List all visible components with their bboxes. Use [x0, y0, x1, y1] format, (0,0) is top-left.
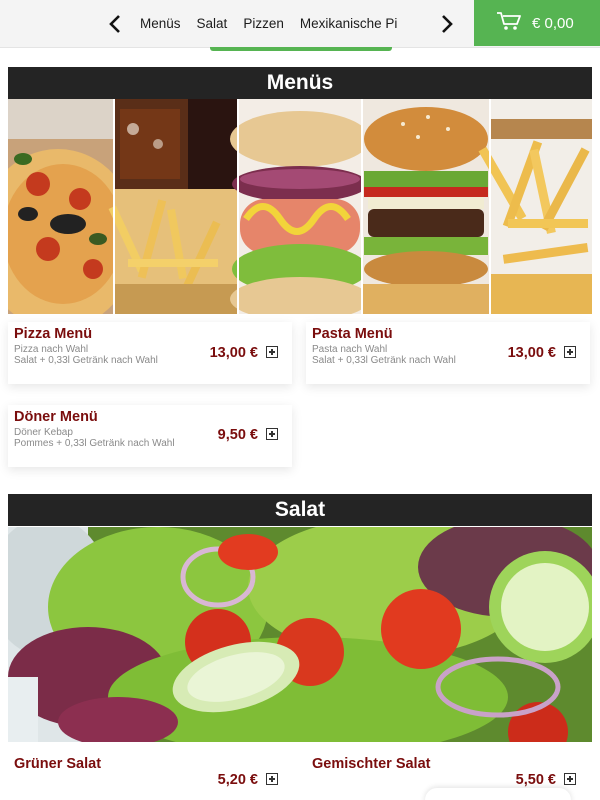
floating-bottom-pill[interactable] [425, 788, 571, 800]
product-price: 9,50 € [217, 427, 258, 443]
product-price: 5,20 € [217, 772, 258, 788]
product-description: Pizza nach Wahl Salat + 0,33l Getränk na… [14, 344, 158, 366]
menus-banner-image [8, 99, 592, 314]
add-to-cart-icon[interactable] [564, 346, 576, 358]
cart-total: € 0,00 [532, 14, 574, 32]
product-card-doener-menu[interactable]: Döner Menü Döner Kebap Pommes + 0,33l Ge… [8, 405, 292, 467]
active-tab-indicator [210, 47, 392, 51]
chevron-left-icon[interactable] [104, 10, 126, 38]
product-card-pizza-menu[interactable]: Pizza Menü Pizza nach Wahl Salat + 0,33l… [8, 322, 292, 384]
add-to-cart-icon[interactable] [266, 346, 278, 358]
cart-button[interactable]: € 0,00 [474, 0, 600, 46]
product-price: 13,00 € [507, 345, 556, 361]
product-name: Pizza Menü [14, 326, 93, 342]
product-description: Döner Kebap Pommes + 0,33l Getränk nach … [14, 427, 175, 449]
product-name: Döner Menü [14, 409, 98, 425]
product-card-pasta-menu[interactable]: Pasta Menü Pasta nach Wahl Salat + 0,33l… [306, 322, 590, 384]
product-description: Pasta nach Wahl Salat + 0,33l Getränk na… [312, 344, 456, 366]
add-to-cart-icon[interactable] [266, 428, 278, 440]
product-price: 13,00 € [209, 345, 258, 361]
section-header-salat: Salat [8, 494, 592, 526]
add-to-cart-icon[interactable] [266, 773, 278, 785]
category-tabs: Menüs Salat Pizzen Mexikanische Pi [132, 0, 432, 48]
product-card-gruener-salat[interactable]: Grüner Salat 5,20 € [8, 750, 292, 800]
product-price: 5,50 € [515, 772, 556, 788]
tab-mexikanische-pizza[interactable]: Mexikanische Pi [292, 0, 406, 48]
salat-banner-image [8, 527, 592, 742]
section-header-menus: Menüs [8, 67, 592, 99]
add-to-cart-icon[interactable] [564, 773, 576, 785]
product-name: Gemischter Salat [312, 756, 431, 772]
product-name: Pasta Menü [312, 326, 393, 342]
tab-salat[interactable]: Salat [189, 0, 236, 48]
shopping-cart-icon [496, 11, 522, 36]
product-name: Grüner Salat [14, 756, 102, 772]
category-nav-bar: Menüs Salat Pizzen Mexikanische Pi € 0,00 [0, 0, 600, 48]
chevron-right-icon[interactable] [436, 10, 458, 38]
tab-pizzen[interactable]: Pizzen [235, 0, 292, 48]
tab-menus[interactable]: Menüs [132, 0, 189, 48]
